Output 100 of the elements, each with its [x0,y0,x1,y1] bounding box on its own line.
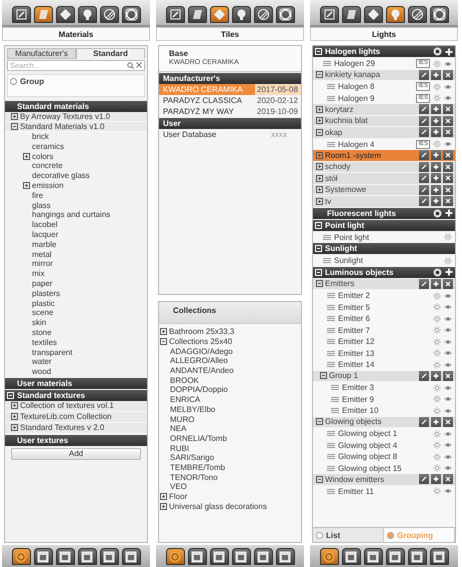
light-name[interactable]: Glowing object 4 [338,440,430,450]
eye-icon[interactable] [444,327,452,334]
tree-item[interactable]: glass [32,200,51,210]
drag-handle-icon[interactable] [331,385,339,390]
tree-item[interactable]: NEA [170,424,186,434]
delete-button[interactable] [443,127,453,138]
toolbar-button[interactable] [364,6,382,23]
expand-icon[interactable] [160,328,167,336]
add-button[interactable] [431,416,441,427]
group-header[interactable]: Halogen lights [313,46,455,58]
collapse-icon[interactable] [316,280,323,288]
tab[interactable]: Standard [76,48,145,59]
light-name[interactable]: Emitter 7 [338,326,430,335]
add-button[interactable] [431,162,441,172]
toolbar-button[interactable] [12,6,30,23]
tree-item[interactable]: ORNELIA/Tomb [170,434,227,443]
tree-item[interactable]: brick [32,132,49,141]
drag-handle-icon[interactable] [327,142,335,147]
group-header[interactable]: Sunlight [313,243,455,255]
delete-button[interactable] [443,196,453,206]
drag-handle-icon[interactable] [327,466,335,471]
light-name[interactable]: Emitter 6 [338,314,430,324]
edit-button[interactable] [419,184,429,195]
expand-icon[interactable] [316,198,323,205]
group-row[interactable]: Window emitters [313,474,455,486]
toolbar-button[interactable] [232,6,250,23]
add-button[interactable] [431,70,441,80]
toolbar-button[interactable] [254,6,272,23]
tree-item[interactable]: ADAGGIO/Adego [170,346,233,356]
tree-item[interactable]: marble [32,240,56,249]
section-header[interactable]: Standard materials [5,101,147,112]
delete-button[interactable] [443,104,453,114]
tree-item[interactable]: hangings and curtains [32,210,110,220]
group-row[interactable]: Systemowe [313,184,455,196]
group-header[interactable]: Fluorescent lights [313,208,455,220]
tree-item[interactable]: transparent [32,348,72,357]
expand-icon[interactable] [11,424,18,432]
collapse-icon[interactable] [316,71,323,78]
add-button[interactable] [431,370,441,381]
group-row[interactable]: stół [313,173,455,184]
toolbar-button[interactable] [210,548,228,565]
tree-item[interactable]: DOPPIA/Doppio [170,385,228,394]
view-tab[interactable]: List [313,528,384,542]
edit-button[interactable] [419,162,429,172]
collapse-icon[interactable] [320,372,327,380]
edit-button[interactable] [419,116,429,126]
group-row[interactable]: Group 1 [313,370,455,382]
drag-handle-icon[interactable] [327,454,335,460]
tree-item[interactable]: stone [32,328,52,337]
collapse-icon[interactable] [316,418,323,426]
eye-icon[interactable] [444,95,452,102]
group-row[interactable]: kinkiety kanapa [313,70,455,81]
tree-item[interactable]: mix [32,269,44,278]
eye-icon[interactable] [444,384,452,391]
drag-handle-icon[interactable] [331,408,339,414]
expand-icon[interactable] [160,502,167,510]
tree-item[interactable]: concrete [32,161,63,170]
section-header[interactable]: User materials [5,378,147,389]
tree-item[interactable]: BROOK [170,376,199,385]
eye-icon[interactable] [444,316,452,322]
edit-button[interactable] [419,70,429,80]
delete-button[interactable] [443,150,453,160]
toolbar-button[interactable] [430,6,448,23]
tree-item[interactable]: TEMBRE/Tomb [170,462,226,472]
tree-item[interactable]: ceramics [32,142,64,151]
expand-icon[interactable] [316,106,323,113]
light-name[interactable]: Halogen 9 [338,94,414,103]
expand-icon[interactable] [23,152,30,160]
drag-handle-icon[interactable] [331,396,339,402]
drag-handle-icon[interactable] [327,362,335,368]
light-name[interactable]: Emitter 12 [338,337,430,346]
tab[interactable]: Manufacturer's [7,48,76,59]
tree-item[interactable]: metal [32,250,52,259]
toolbar-button[interactable] [12,548,30,565]
eye-icon[interactable] [444,442,452,448]
options-icon[interactable] [433,47,442,56]
tree-item[interactable]: textiles [32,338,57,347]
section-header[interactable]: User textures [5,434,147,446]
tree-item[interactable]: Floor [169,492,188,502]
expand-icon[interactable] [11,112,18,120]
edit-button[interactable] [419,474,429,484]
light-name[interactable]: Emitter 3 [342,383,430,392]
edit-button[interactable] [419,278,429,289]
drag-handle-icon[interactable] [327,442,335,448]
drag-handle-icon[interactable] [323,61,331,66]
plus-icon[interactable] [445,268,453,276]
edit-button[interactable] [419,173,429,184]
light-name[interactable]: Sunlight [334,256,441,266]
plus-icon[interactable] [445,209,453,217]
toolbar-button[interactable] [166,6,184,23]
eye-icon[interactable] [444,84,452,90]
drag-handle-icon[interactable] [327,328,335,333]
tree-item[interactable]: water [32,357,52,366]
expand-icon[interactable] [23,182,30,189]
toolbar-button[interactable] [188,6,206,23]
add-button[interactable] [431,184,441,195]
tree-item[interactable]: plasters [32,288,60,298]
toolbar-button[interactable] [276,548,294,565]
tree-item[interactable]: ENRICA [170,395,200,404]
expand-icon[interactable] [316,152,323,159]
